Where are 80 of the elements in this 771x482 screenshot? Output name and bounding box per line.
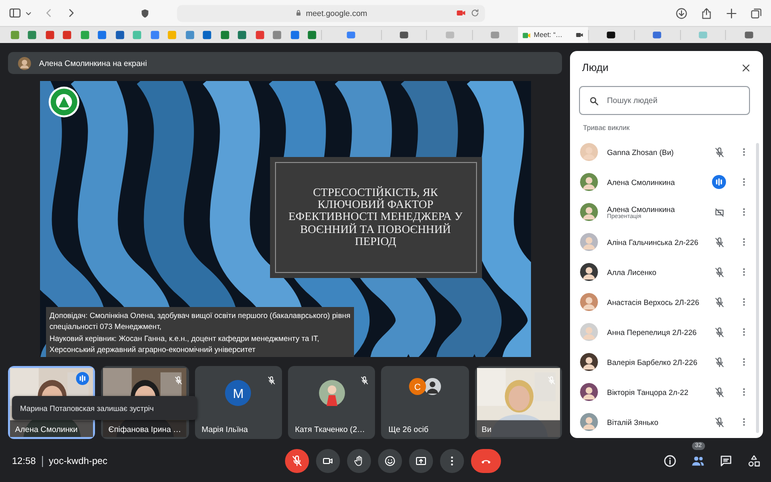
address-field[interactable]: meet.google.com: [306, 8, 368, 18]
more-button[interactable]: [440, 449, 464, 473]
participant-name: Єпіфанова Ірина …: [108, 425, 182, 434]
search-icon: [589, 96, 599, 106]
hand-button[interactable]: [347, 449, 371, 473]
bookmark-icon[interactable]: [114, 30, 125, 40]
camera-icon: [322, 455, 334, 467]
avatar-icon: [580, 293, 598, 311]
chat-icon: [719, 454, 733, 468]
hand-icon: [353, 455, 365, 467]
chat-button[interactable]: [719, 454, 733, 468]
camera-button[interactable]: [316, 449, 340, 473]
meet-icon: [522, 30, 531, 40]
avatar-icon: [318, 380, 345, 406]
search-field[interactable]: Пошук людей: [579, 86, 750, 115]
tab-favicon-icon[interactable]: [606, 30, 616, 40]
share-icon[interactable]: [700, 6, 713, 20]
hang-up-button[interactable]: [471, 449, 501, 473]
bookmark-icon[interactable]: [254, 30, 265, 40]
close-icon[interactable]: [741, 63, 751, 73]
bookmark-icon[interactable]: [290, 30, 300, 40]
bookmark-icon[interactable]: [27, 30, 38, 40]
present-button[interactable]: [409, 449, 433, 473]
present-icon: [415, 455, 427, 467]
meeting-code: yoc-kwdh-pec: [48, 456, 108, 466]
bookmark-icon[interactable]: [184, 30, 195, 40]
avatar-icon: [580, 203, 598, 221]
camera-icon: [575, 31, 584, 39]
avatar: С: [408, 378, 426, 395]
avatar-icon: [18, 56, 31, 70]
emoji-button[interactable]: [378, 449, 402, 473]
people-icon: [691, 454, 705, 468]
participant-name: Алена Смолинки: [15, 425, 78, 434]
avatar-icon: [580, 173, 598, 191]
avatar: M: [225, 380, 252, 406]
participant-name: Катя Ткаченко (2…: [295, 425, 366, 434]
slide-title: СТРЕСОСТІЙКІСТЬ, ЯК КЛЮЧОВИЙ ФАКТОР ЕФЕКТИВНОСТІ МЕНЕДЖЕРА У ВОЄННИЙ ТА ПОВОЄННИЙ ПЕРІОД: [274, 162, 476, 273]
sidebar-icon[interactable]: [8, 7, 22, 19]
avatar-icon: [580, 233, 598, 251]
bookmark-icon[interactable]: [10, 30, 20, 40]
bookmark-icon[interactable]: [307, 30, 318, 40]
tab-favicon-icon[interactable]: [398, 30, 409, 40]
bookmark-icon[interactable]: [220, 30, 230, 40]
activities-icon: [747, 454, 761, 468]
participant-name: Ще 26 осіб: [388, 425, 428, 434]
university-logo-icon: [48, 86, 80, 118]
presenter-label: Алена Смолинкина на екрані: [39, 58, 147, 68]
meeting-time: 12:58: [12, 456, 36, 466]
activities-button[interactable]: [747, 454, 761, 468]
mic-off-button[interactable]: [285, 449, 309, 473]
participant-name: Марія Ільїна: [202, 425, 248, 434]
tabs-icon[interactable]: [750, 6, 763, 20]
bookmark-icon[interactable]: [202, 30, 212, 40]
mic-off-icon: [291, 455, 303, 467]
bookmark-icon[interactable]: [97, 30, 108, 40]
reload-icon[interactable]: [470, 8, 480, 18]
avatar-icon: [580, 413, 598, 431]
shield-icon: [140, 8, 150, 18]
avatar-icon: [580, 263, 598, 281]
bookmark-icon[interactable]: [150, 30, 160, 40]
avatar-icon: [424, 378, 441, 395]
emoji-icon: [384, 455, 396, 467]
avatar-icon: [580, 323, 598, 341]
avatar-icon: [580, 383, 598, 401]
lock-icon: [294, 9, 302, 17]
participant-name: Ви: [482, 425, 492, 434]
download-icon[interactable]: [675, 6, 688, 20]
avatar-icon: [580, 353, 598, 371]
camera-icon: [456, 8, 466, 18]
avatar-icon: [580, 143, 598, 161]
chevron-down-icon[interactable]: [25, 10, 32, 16]
info-icon: [663, 454, 677, 468]
bookmark-icon[interactable]: [272, 30, 282, 40]
bookmark-icon[interactable]: [44, 30, 55, 40]
info-button[interactable]: [663, 454, 677, 468]
panel-title: Люди: [582, 62, 609, 74]
forward-icon[interactable]: [66, 7, 76, 19]
bookmark-icon[interactable]: [62, 30, 72, 40]
plus-icon[interactable]: [725, 6, 738, 20]
bookmark-icon[interactable]: [237, 30, 248, 40]
